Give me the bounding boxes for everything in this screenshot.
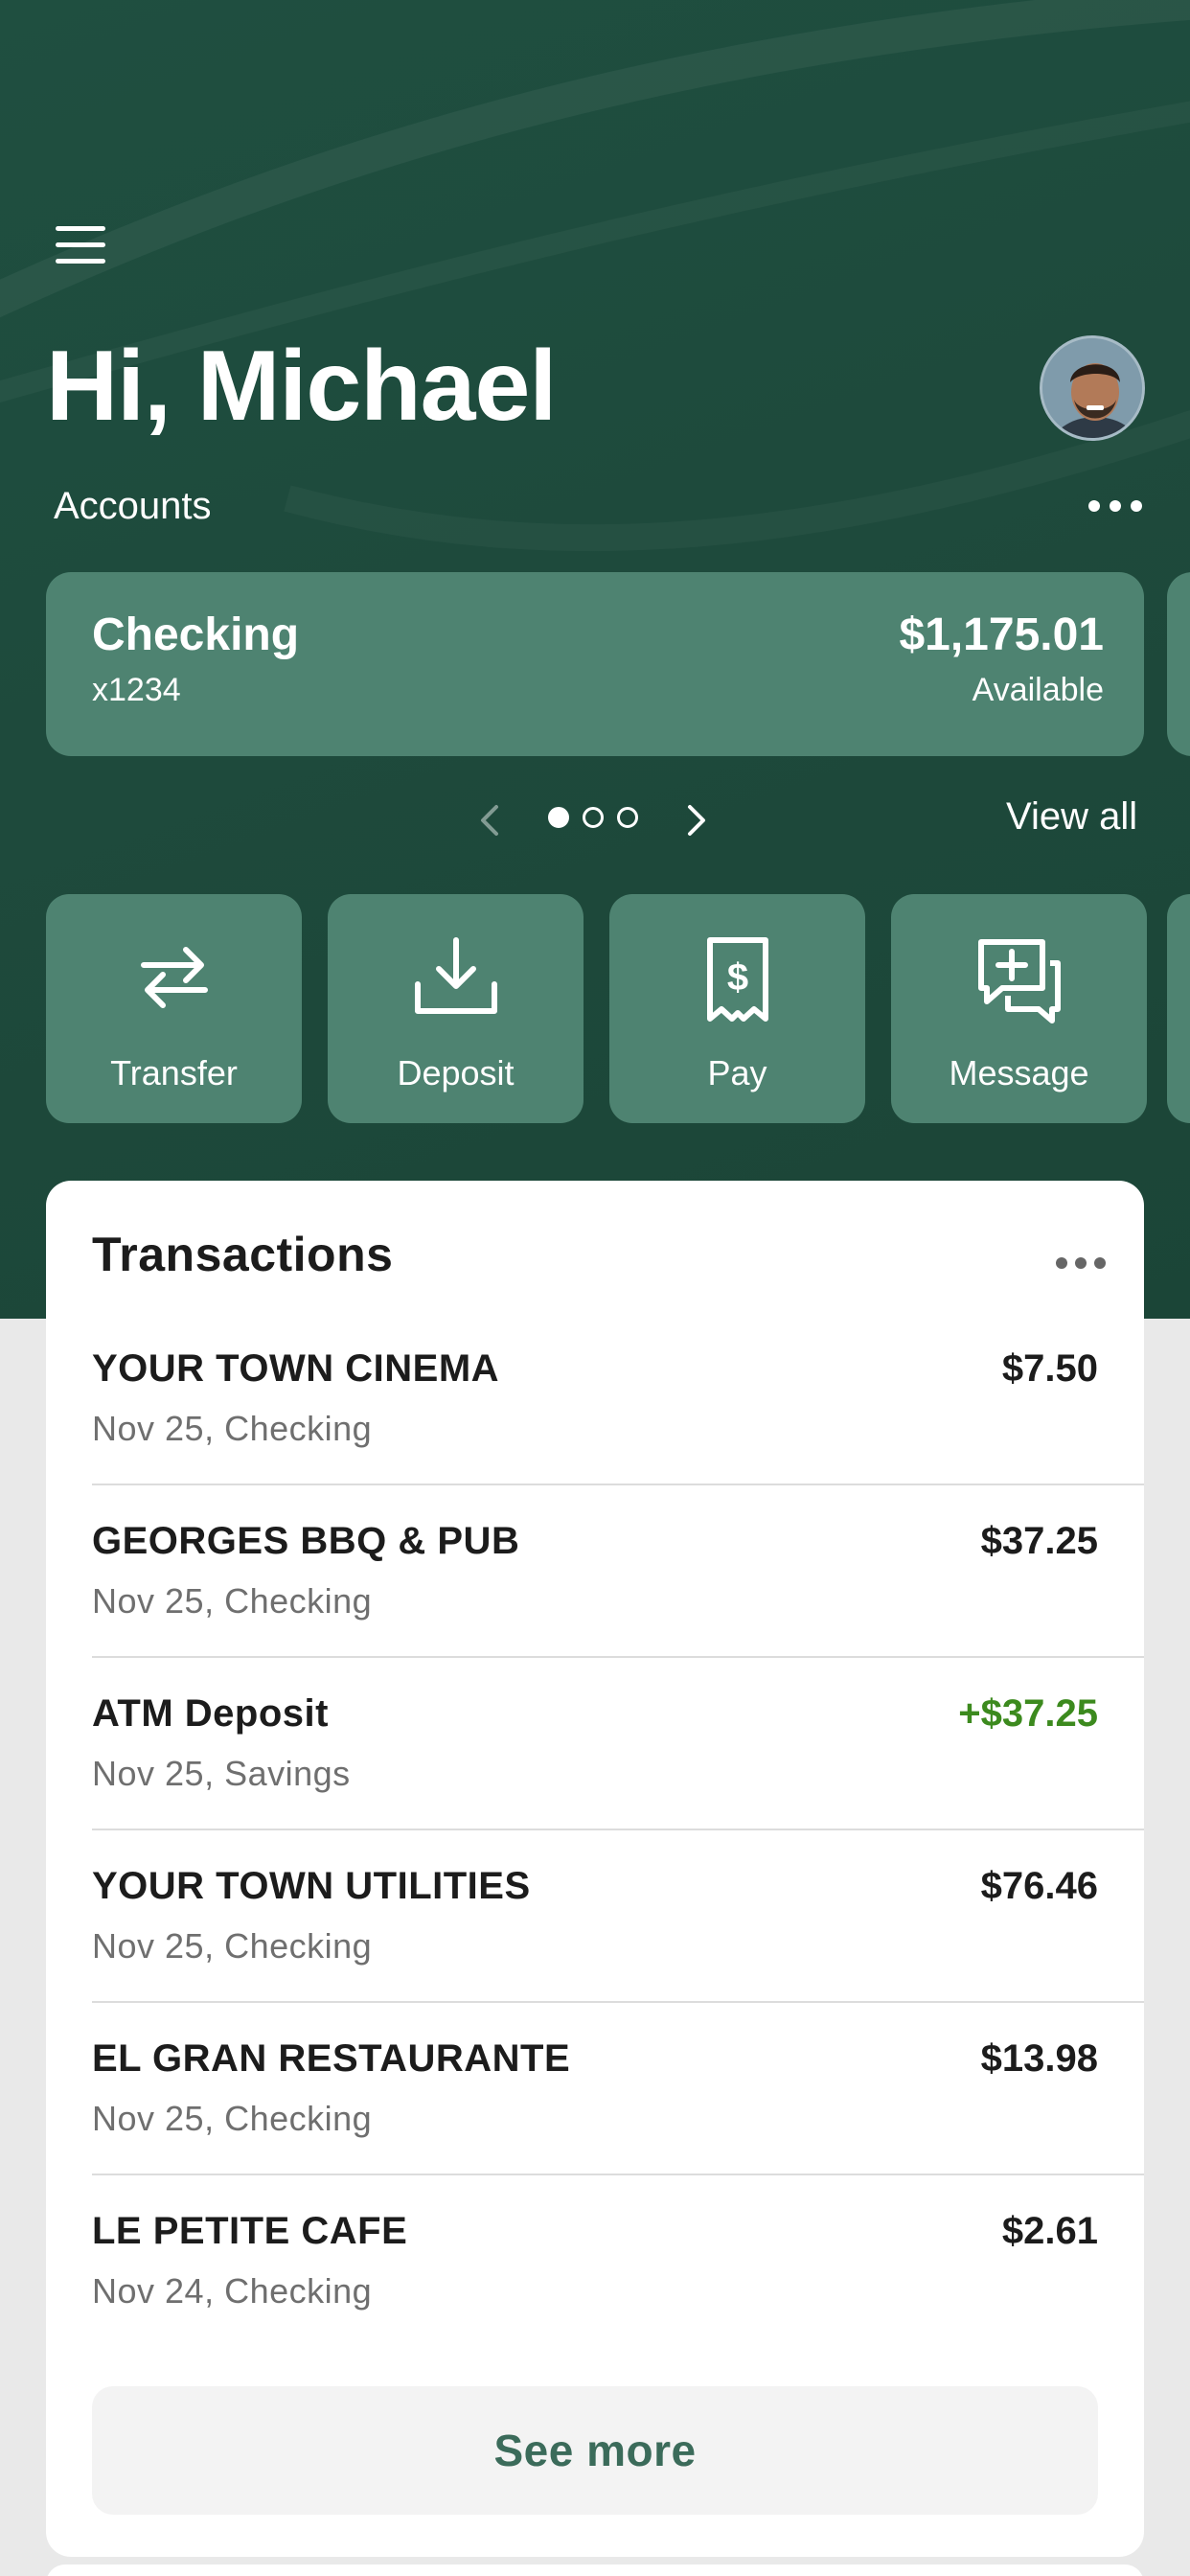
transaction-amount: $13.98	[980, 2037, 1098, 2080]
account-card-checking[interactable]: Checking x1234 $1,175.01 Available	[46, 572, 1144, 756]
transaction-merchant: ATM Deposit	[92, 1692, 329, 1735]
action-label: Deposit	[397, 1053, 515, 1092]
transaction-meta: Nov 25, Checking	[92, 2099, 373, 2138]
transaction-amount: $2.61	[1001, 2210, 1098, 2252]
next-section-card	[46, 2564, 1144, 2576]
message-button[interactable]: Message	[891, 894, 1147, 1123]
transaction-meta: Nov 25, Checking	[92, 1581, 373, 1621]
pager-dot[interactable]	[548, 807, 569, 828]
pager-dot[interactable]	[583, 807, 604, 828]
quick-actions: Transfer Deposit $ Pay Message	[46, 894, 1147, 1123]
transaction-meta: Nov 25, Checking	[92, 1926, 373, 1966]
transaction-row[interactable]: ATM Deposit Nov 25, Savings +$37.25	[92, 1658, 1144, 1830]
transaction-row[interactable]: LE PETITE CAFE Nov 24, Checking $2.61	[92, 2175, 1144, 2348]
chevron-right-icon[interactable]	[682, 801, 711, 840]
download-tray-icon	[414, 937, 497, 1014]
action-label: Message	[949, 1053, 1089, 1092]
transaction-row[interactable]: YOUR TOWN CINEMA Nov 25, Checking $7.50	[92, 1313, 1144, 1485]
transfer-arrows-icon	[140, 947, 208, 1008]
transaction-amount: $7.50	[1001, 1347, 1098, 1390]
svg-text:$: $	[726, 956, 747, 999]
transaction-row[interactable]: GEORGES BBQ & PUB Nov 25, Checking $37.2…	[92, 1485, 1144, 1658]
next-action-button[interactable]	[1167, 894, 1190, 1123]
transaction-meta: Nov 24, Checking	[92, 2271, 373, 2311]
account-name: Checking	[92, 610, 300, 660]
avatar[interactable]	[1040, 335, 1145, 441]
transfer-button[interactable]: Transfer	[46, 894, 302, 1123]
account-number: x1234	[92, 672, 181, 708]
account-pager-dots	[548, 807, 638, 828]
transactions-more-icon[interactable]	[1056, 1254, 1106, 1273]
app-screen: Hi, Michael Accounts Checking x1234 $1,1…	[0, 0, 1190, 2576]
header-background: Hi, Michael Accounts Checking x1234 $1,1…	[0, 0, 1190, 1319]
transactions-list: YOUR TOWN CINEMA Nov 25, Checking $7.50 …	[92, 1313, 1144, 2348]
account-balance: $1,175.01	[899, 610, 1104, 660]
greeting-title: Hi, Michael	[46, 331, 557, 442]
transactions-card: Transactions YOUR TOWN CINEMA Nov 25, Ch…	[46, 1181, 1144, 2557]
transaction-merchant: EL GRAN RESTAURANTE	[92, 2037, 571, 2080]
transaction-meta: Nov 25, Checking	[92, 1409, 373, 1448]
action-label: Pay	[707, 1053, 767, 1092]
transaction-merchant: YOUR TOWN UTILITIES	[92, 1865, 531, 1907]
action-label: Transfer	[110, 1053, 238, 1092]
hamburger-menu-icon[interactable]	[56, 226, 105, 264]
next-account-card[interactable]	[1167, 572, 1190, 756]
chevron-left-icon[interactable]	[475, 801, 504, 840]
transaction-merchant: YOUR TOWN CINEMA	[92, 1347, 500, 1390]
transaction-row[interactable]: EL GRAN RESTAURANTE Nov 25, Checking $13…	[92, 2003, 1144, 2175]
transaction-merchant: GEORGES BBQ & PUB	[92, 1520, 520, 1562]
view-all-link[interactable]: View all	[1006, 795, 1137, 839]
transaction-amount: +$37.25	[958, 1692, 1098, 1735]
transaction-row[interactable]: YOUR TOWN UTILITIES Nov 25, Checking $76…	[92, 1830, 1144, 2003]
see-more-button[interactable]: See more	[92, 2386, 1098, 2515]
transaction-amount: $37.25	[980, 1520, 1098, 1562]
balance-label: Available	[972, 672, 1104, 708]
pay-button[interactable]: $ Pay	[609, 894, 865, 1123]
deposit-button[interactable]: Deposit	[328, 894, 584, 1123]
accounts-more-icon[interactable]	[1088, 487, 1142, 525]
transaction-meta: Nov 25, Savings	[92, 1754, 351, 1793]
transaction-merchant: LE PETITE CAFE	[92, 2210, 408, 2252]
pager-dot[interactable]	[617, 807, 638, 828]
transaction-amount: $76.46	[980, 1865, 1098, 1907]
chat-plus-icon	[977, 939, 1061, 1024]
transactions-title: Transactions	[92, 1228, 394, 1281]
accounts-section-label: Accounts	[54, 485, 212, 527]
receipt-dollar-icon: $	[706, 937, 768, 1022]
